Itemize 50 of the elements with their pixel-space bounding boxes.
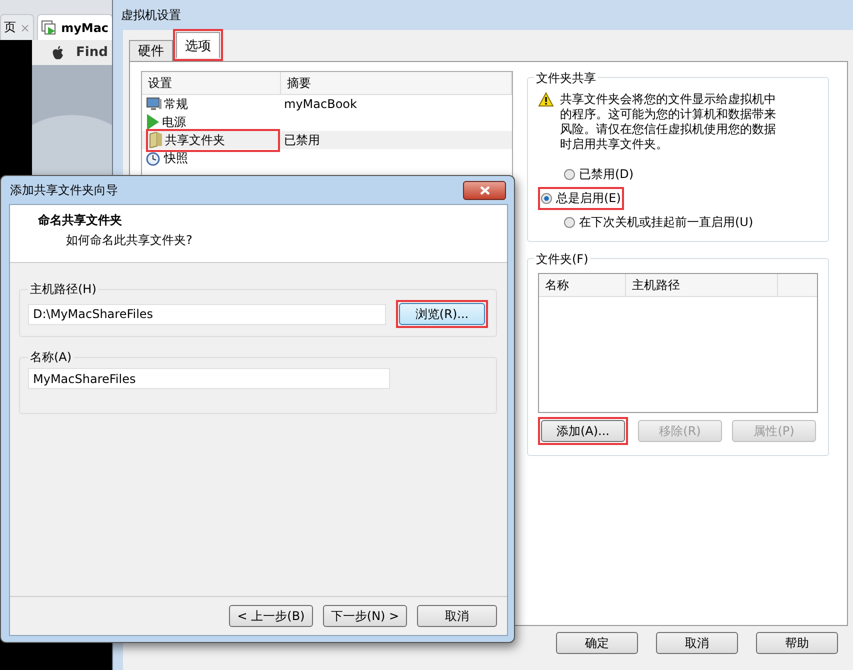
folder-button[interactable]: 添加(A)...: [541, 420, 625, 442]
list-row[interactable]: 共享文件夹 已禁用: [142, 131, 512, 149]
window-title: 添加共享文件夹向导: [10, 182, 118, 198]
group-title: 名称(A): [28, 349, 74, 366]
list-row[interactable]: 电源: [142, 113, 512, 131]
menu-item[interactable]: Find: [76, 45, 108, 60]
browse-button[interactable]: 浏览(R)...: [399, 303, 485, 325]
radio-option[interactable]: 在下次关机或挂起前一直启用(U): [564, 214, 754, 231]
wizard-button[interactable]: < 上一步(B): [229, 605, 313, 627]
setting-name: 共享文件夹: [149, 132, 277, 148]
tab[interactable]: 硬件: [129, 40, 173, 61]
folder-icon: [149, 132, 163, 148]
dialog-button[interactable]: 帮助: [756, 632, 838, 654]
setting-name: 电源: [146, 114, 186, 130]
play-icon: [146, 114, 160, 130]
monitor-icon: [146, 97, 162, 111]
close-button[interactable]: [463, 180, 506, 200]
input-field[interactable]: D:\MyMacShareFiles: [28, 304, 386, 324]
warning-text: 共享文件夹会将您的文件显示给虚拟机中的程序。这可能为您的计算机和数据带来风险。请仅在您信任虚拟机使用您的数据时启用共享文件夹。: [560, 92, 777, 152]
input-field[interactable]: MyMacShareFiles: [28, 368, 390, 389]
list-row[interactable]: 快照: [142, 149, 512, 167]
radio-option[interactable]: 总是启用(E): [541, 190, 621, 207]
window-icon: [41, 20, 58, 36]
group-title: 文件夹共享: [534, 70, 598, 87]
setting-name: 快照: [146, 150, 188, 166]
group-title: 文件夹(F): [534, 251, 590, 268]
wizard-button[interactable]: 取消: [417, 605, 497, 627]
wizard-button[interactable]: 下一步(N) >: [323, 605, 407, 627]
clock-icon: [146, 150, 162, 166]
setting-name: 常规: [146, 96, 188, 112]
warning-icon: [538, 92, 554, 107]
browser-tab[interactable]: myMac: [37, 14, 112, 40]
column-header[interactable]: 设置: [142, 72, 281, 94]
list-row[interactable]: 常规 myMacBook: [142, 95, 512, 113]
column-header[interactable]: 摘要: [281, 72, 512, 94]
dialog-button[interactable]: 确定: [556, 632, 638, 654]
wizard-heading: 命名共享文件夹: [38, 212, 123, 229]
setting-summary: 已禁用: [284, 132, 320, 148]
apple-icon: [52, 46, 64, 60]
column-header[interactable]: 名称: [539, 274, 626, 296]
group-title: 主机路径(H): [28, 281, 98, 298]
setting-summary: myMacBook: [284, 97, 357, 111]
tab[interactable]: 选项: [176, 32, 220, 58]
radio-option[interactable]: 已禁用(D): [564, 166, 634, 183]
window-title: 虚拟机设置: [121, 6, 181, 24]
close-icon: [480, 186, 490, 194]
browser-tab[interactable]: 页 ×: [0, 14, 34, 40]
dialog-button[interactable]: 取消: [656, 632, 738, 654]
wizard-subheading: 如何命名此共享文件夹?: [65, 232, 194, 249]
column-header[interactable]: 主机路径: [626, 274, 778, 296]
